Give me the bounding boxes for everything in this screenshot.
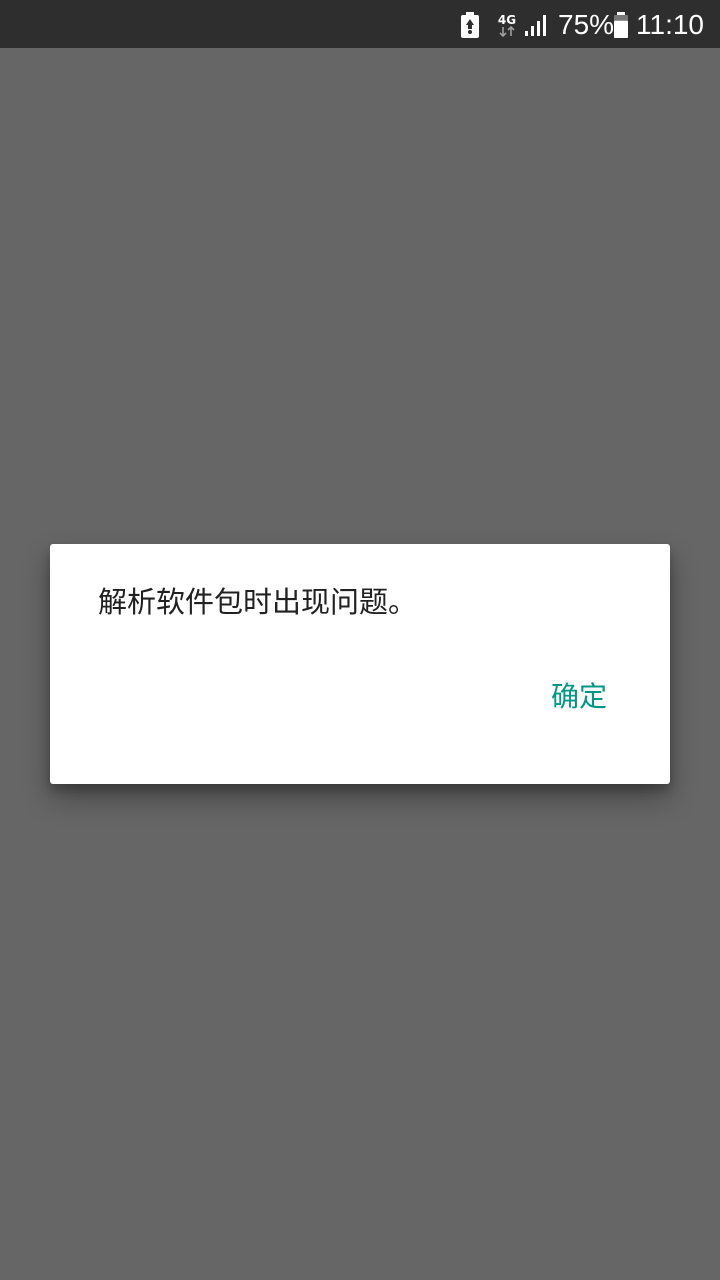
battery-percent: 75%	[558, 9, 615, 40]
network-4g-icon: 4G	[498, 13, 516, 38]
ok-button[interactable]: 确定	[524, 666, 634, 728]
signal-icon	[525, 15, 546, 36]
network-type-label: 4G	[498, 13, 516, 27]
dialog-message: 解析软件包时出现问题。	[98, 585, 418, 619]
error-dialog: 解析软件包时出现问题。 确定	[50, 544, 670, 784]
battery-saver-icon	[461, 12, 479, 38]
status-bar: 4G 75% 11:10	[0, 0, 720, 48]
battery-icon	[614, 12, 628, 38]
clock: 11:10	[636, 9, 704, 40]
